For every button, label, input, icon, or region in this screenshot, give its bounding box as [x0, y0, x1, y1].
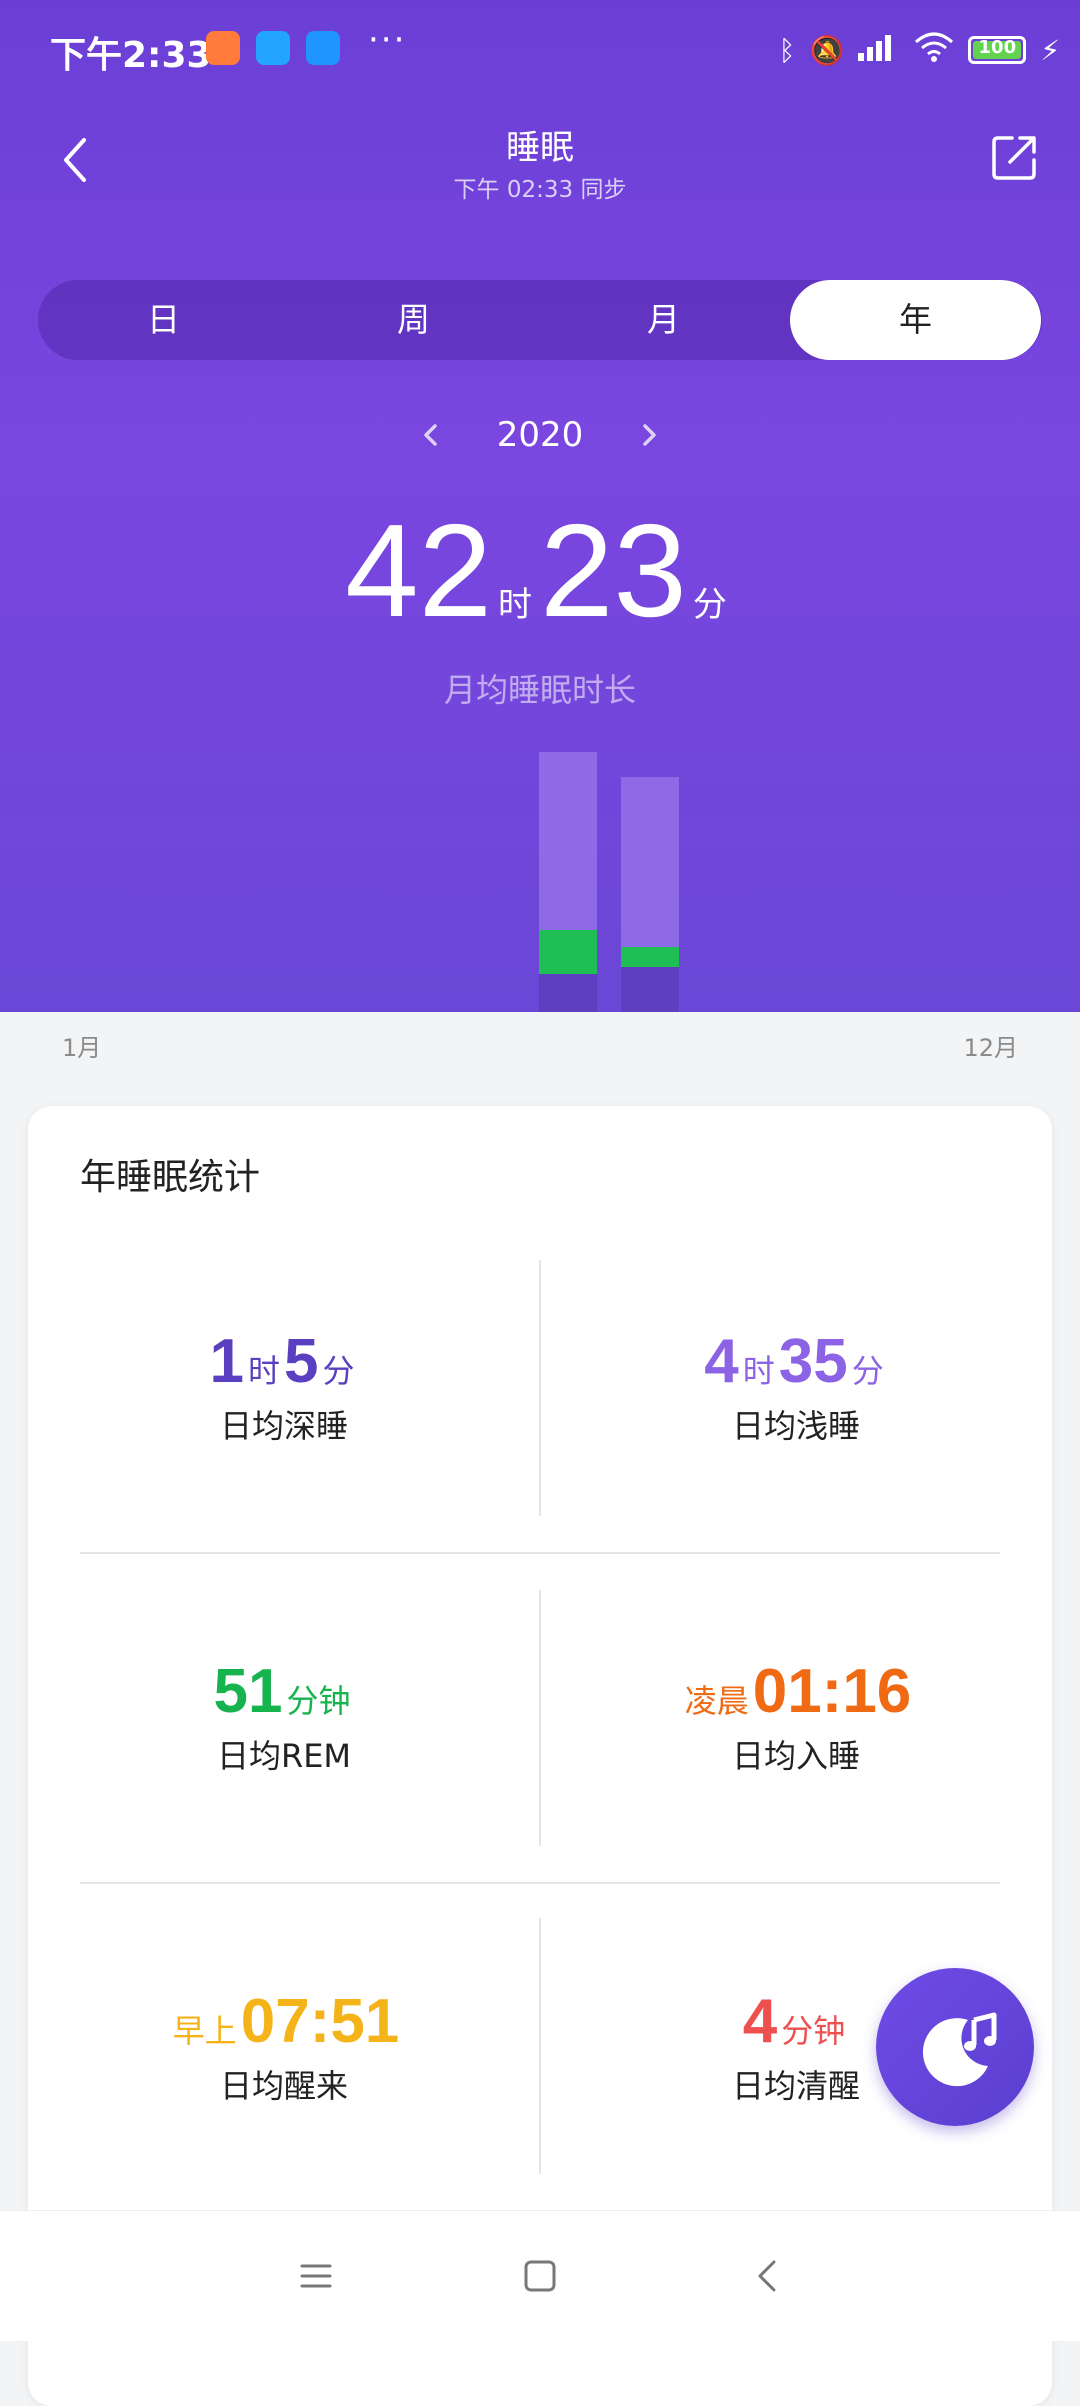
rem-unit: 分钟: [286, 1683, 351, 1719]
sync-status: 下午 02:33 同步: [453, 177, 627, 203]
share-button[interactable]: [990, 132, 1040, 182]
light-hours: 4: [704, 1327, 739, 1396]
stat-label: 日均入睡: [731, 1737, 860, 1775]
chart-bar-2-deep: [621, 967, 679, 1012]
status-bar: 下午2:33 ··· ᛒ 🔕 100 ⚡: [0, 0, 1080, 100]
chart-x-axis: 1月 12月: [0, 1012, 1080, 1072]
next-year-button[interactable]: [634, 420, 664, 450]
charging-icon: ⚡: [1040, 33, 1060, 67]
divider: [80, 1882, 1000, 1884]
light-minutes-unit: 分: [851, 1353, 884, 1389]
battery-icon: 100: [968, 36, 1027, 64]
stat-label: 日均浅睡: [731, 1407, 860, 1445]
stat-label: 日均REM: [216, 1737, 352, 1775]
year-selector: 2020: [0, 410, 1080, 460]
stats-title: 年睡眠统计: [80, 1157, 261, 1198]
stat-light-sleep: 4 时35 分 日均浅睡: [540, 1326, 1052, 1447]
bluetooth-icon: ᛒ: [778, 33, 796, 67]
chart-bar-2-rem: [621, 947, 679, 967]
awake-unit: 分钟: [781, 2013, 846, 2049]
awake-minutes: 4: [742, 1987, 778, 2056]
period-tabs: 日 周 月 年: [38, 280, 1042, 360]
mute-icon: 🔕: [809, 33, 845, 67]
fall-asleep-time: 01:16: [752, 1657, 912, 1726]
tab-day[interactable]: 日: [38, 280, 289, 360]
stat-label: 日均醒来: [219, 2067, 348, 2105]
axis-start-label: 1月: [62, 1034, 102, 1062]
back-nav-icon[interactable]: [748, 2256, 788, 2296]
chart-bar-2-light: [621, 777, 679, 947]
chart-bar-1-light: [539, 752, 597, 930]
battery-level: 100: [978, 37, 1017, 58]
stat-deep-sleep: 1 时5 分 日均深睡: [28, 1326, 540, 1447]
chart-bar-1-rem: [539, 930, 597, 974]
monthly-average-duration: 42 时23 分: [0, 495, 1080, 646]
tab-month[interactable]: 月: [538, 280, 789, 360]
stat-wake-up: 早上07:51 日均醒来: [28, 1986, 540, 2107]
header-area: 下午2:33 ··· ᛒ 🔕 100 ⚡ 睡眠 下午 02:33 同步 日 周 …: [0, 0, 1080, 1012]
chat-app-icon-2: [306, 31, 340, 65]
sleep-music-button[interactable]: [876, 1968, 1034, 2126]
deep-hours-unit: 时: [247, 1353, 280, 1389]
deep-hours: 1: [209, 1327, 244, 1396]
moon-music-icon: [922, 2012, 997, 2087]
minutes-value: 23: [540, 497, 687, 644]
wifi-icon: [914, 32, 954, 69]
menu-icon[interactable]: [296, 2256, 336, 2296]
deep-minutes: 5: [284, 1327, 319, 1396]
light-hours-unit: 时: [742, 1353, 775, 1389]
tab-week[interactable]: 周: [288, 280, 539, 360]
axis-end-label: 12月: [963, 1034, 1018, 1062]
previous-year-button[interactable]: [416, 420, 446, 450]
home-icon[interactable]: [520, 2256, 560, 2296]
rem-minutes: 51: [213, 1657, 283, 1726]
signal-icon: [858, 33, 900, 68]
deep-minutes-unit: 分: [322, 1353, 355, 1389]
tab-year[interactable]: 年: [790, 280, 1041, 360]
stat-fall-asleep: 凌晨01:16 日均入睡: [540, 1656, 1052, 1777]
stat-rem: 51 分钟 日均REM: [28, 1656, 540, 1777]
stat-label: 日均深睡: [219, 1407, 348, 1445]
divider: [80, 1552, 1000, 1554]
status-time: 下午2:33: [50, 35, 212, 76]
chart-bar-1-deep: [539, 974, 597, 1012]
average-label: 月均睡眠时长: [443, 671, 636, 709]
page-title: 睡眠: [506, 128, 574, 168]
shop-app-icon: [206, 31, 240, 65]
wake-prefix: 早上: [172, 2013, 237, 2049]
chat-app-icon: [256, 31, 290, 65]
year-label: 2020: [496, 415, 584, 455]
more-notifications-icon: ···: [368, 20, 407, 60]
fall-asleep-prefix: 凌晨: [684, 1683, 749, 1719]
hours-unit: 时: [498, 586, 532, 624]
minutes-unit: 分: [692, 586, 727, 624]
system-navigation-bar: [0, 2210, 1080, 2341]
light-minutes: 35: [778, 1327, 848, 1396]
wake-time: 07:51: [240, 1987, 400, 2056]
hours-value: 42: [345, 497, 492, 644]
